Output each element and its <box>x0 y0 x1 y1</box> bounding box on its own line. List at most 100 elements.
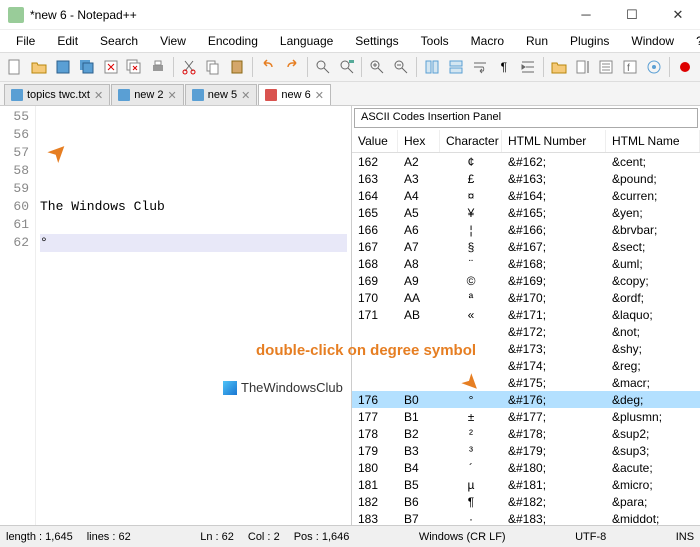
indent-icon[interactable] <box>517 56 539 78</box>
table-row[interactable]: 177B1±&#177;&plusmn; <box>352 408 700 425</box>
tab-1[interactable]: new 2 ✕ <box>111 84 184 105</box>
tab-3[interactable]: new 6✕ <box>258 84 331 105</box>
menu-run[interactable]: Run <box>516 32 558 50</box>
replace-icon[interactable] <box>336 56 358 78</box>
new-file-icon[interactable] <box>4 56 26 78</box>
table-row[interactable]: 162A2¢&#162;&cent; <box>352 153 700 170</box>
col-html-name[interactable]: HTML Name <box>606 130 700 152</box>
menu-settings[interactable]: Settings <box>345 32 408 50</box>
code-area[interactable]: The Windows Club ° <box>36 106 351 525</box>
status-eol[interactable]: Windows (CR LF) <box>419 531 506 543</box>
open-file-icon[interactable] <box>28 56 50 78</box>
tab-label: new 5 <box>208 89 237 101</box>
copy-icon[interactable] <box>202 56 224 78</box>
redo-icon[interactable] <box>281 56 303 78</box>
table-body: 162A2¢&#162;&cent;163A3£&#163;&pound;164… <box>352 153 700 525</box>
maximize-button[interactable]: ☐ <box>618 5 646 25</box>
watermark-text: TheWindowsClub <box>241 380 343 395</box>
table-row[interactable]: 178B2²&#178;&sup2; <box>352 425 700 442</box>
close-icon[interactable]: ✕ <box>241 89 250 102</box>
col-html-number[interactable]: HTML Number <box>502 130 606 152</box>
close-button[interactable]: ✕ <box>664 5 692 25</box>
editor-pane: 5556575859606162 The Windows Club ° <box>0 106 352 525</box>
close-icon[interactable]: ✕ <box>168 89 177 102</box>
col-value[interactable]: Value <box>352 130 398 152</box>
menu-encoding[interactable]: Encoding <box>198 32 268 50</box>
zoom-in-icon[interactable] <box>366 56 388 78</box>
table-row[interactable]: &#175;&macr; <box>352 374 700 391</box>
menu-help[interactable]: ? <box>686 32 700 50</box>
doc-map-icon[interactable] <box>572 56 594 78</box>
menu-edit[interactable]: Edit <box>47 32 88 50</box>
monitor-icon[interactable] <box>643 56 665 78</box>
file-icon <box>118 89 130 101</box>
toolbar: ¶ f <box>0 52 700 82</box>
tab-label: topics twc.txt <box>27 89 90 101</box>
statusbar: length : 1,645 lines : 62 Ln : 62 Col : … <box>0 525 700 547</box>
table-row[interactable]: 165A5¥&#165;&yen; <box>352 204 700 221</box>
table-row[interactable]: 168A8¨&#168;&uml; <box>352 255 700 272</box>
table-row[interactable]: &#174;&reg; <box>352 357 700 374</box>
sync-h-icon[interactable] <box>445 56 467 78</box>
table-row[interactable]: 179B3³&#179;&sup3; <box>352 442 700 459</box>
main-area: 5556575859606162 The Windows Club ° ASCI… <box>0 106 700 525</box>
func-list-icon[interactable]: f <box>619 56 641 78</box>
col-character[interactable]: Character <box>440 130 502 152</box>
col-hex[interactable]: Hex <box>398 130 440 152</box>
table-row[interactable]: 170AAª&#170;&ordf; <box>352 289 700 306</box>
menu-view[interactable]: View <box>150 32 196 50</box>
status-col: Col : 2 <box>248 531 280 543</box>
line-gutter: 5556575859606162 <box>0 106 36 525</box>
doc-list-icon[interactable] <box>595 56 617 78</box>
close-all-icon[interactable] <box>123 56 145 78</box>
table-row[interactable]: 182B6¶&#182;&para; <box>352 493 700 510</box>
status-length: length : 1,645 <box>6 531 73 543</box>
annotation-text: double-click on degree symbol <box>256 342 476 359</box>
titlebar: *new 6 - Notepad++ ─ ☐ ✕ <box>0 0 700 30</box>
menu-window[interactable]: Window <box>621 32 684 50</box>
paste-icon[interactable] <box>226 56 248 78</box>
find-icon[interactable] <box>312 56 334 78</box>
close-file-icon[interactable] <box>100 56 122 78</box>
close-icon[interactable]: ✕ <box>94 89 103 102</box>
table-row[interactable]: 181B5µ&#181;&micro; <box>352 476 700 493</box>
menu-file[interactable]: File <box>6 32 45 50</box>
folder-icon[interactable] <box>548 56 570 78</box>
minimize-button[interactable]: ─ <box>572 5 600 25</box>
zoom-out-icon[interactable] <box>390 56 412 78</box>
table-row[interactable]: 180B4´&#180;&acute; <box>352 459 700 476</box>
sync-v-icon[interactable] <box>421 56 443 78</box>
menu-plugins[interactable]: Plugins <box>560 32 619 50</box>
window-title: *new 6 - Notepad++ <box>30 8 572 22</box>
status-mode[interactable]: INS <box>676 531 694 543</box>
menu-language[interactable]: Language <box>270 32 343 50</box>
table-row[interactable]: 169A9©&#169;&copy; <box>352 272 700 289</box>
record-icon[interactable] <box>674 56 696 78</box>
close-icon[interactable]: ✕ <box>315 89 324 102</box>
status-pos: Pos : 1,646 <box>294 531 350 543</box>
menu-search[interactable]: Search <box>90 32 148 50</box>
status-encoding[interactable]: UTF-8 <box>575 531 606 543</box>
menu-tools[interactable]: Tools <box>411 32 459 50</box>
save-all-icon[interactable] <box>76 56 98 78</box>
table-row[interactable]: 163A3£&#163;&pound; <box>352 170 700 187</box>
table-row[interactable]: 166A6¦&#166;&brvbar; <box>352 221 700 238</box>
menu-macro[interactable]: Macro <box>461 32 514 50</box>
table-row[interactable]: 171AB«&#171;&laquo; <box>352 306 700 323</box>
print-icon[interactable] <box>147 56 169 78</box>
table-row[interactable]: 167A7§&#167;&sect; <box>352 238 700 255</box>
table-row[interactable]: &#172;&not; <box>352 323 700 340</box>
save-icon[interactable] <box>52 56 74 78</box>
table-row[interactable]: 183B7·&#183;&middot; <box>352 510 700 525</box>
tab-2[interactable]: new 5 ✕ <box>185 84 258 105</box>
tab-0[interactable]: topics twc.txt ✕ <box>4 84 110 105</box>
undo-icon[interactable] <box>257 56 279 78</box>
wrap-icon[interactable] <box>469 56 491 78</box>
cut-icon[interactable] <box>178 56 200 78</box>
table-row[interactable]: 164A4¤&#164;&curren; <box>352 187 700 204</box>
tab-label: new 2 <box>134 89 163 101</box>
table-row[interactable]: 176B0°&#176;&deg; <box>352 391 700 408</box>
windows-logo-icon <box>223 381 237 395</box>
show-chars-icon[interactable]: ¶ <box>493 56 515 78</box>
file-icon <box>192 89 204 101</box>
